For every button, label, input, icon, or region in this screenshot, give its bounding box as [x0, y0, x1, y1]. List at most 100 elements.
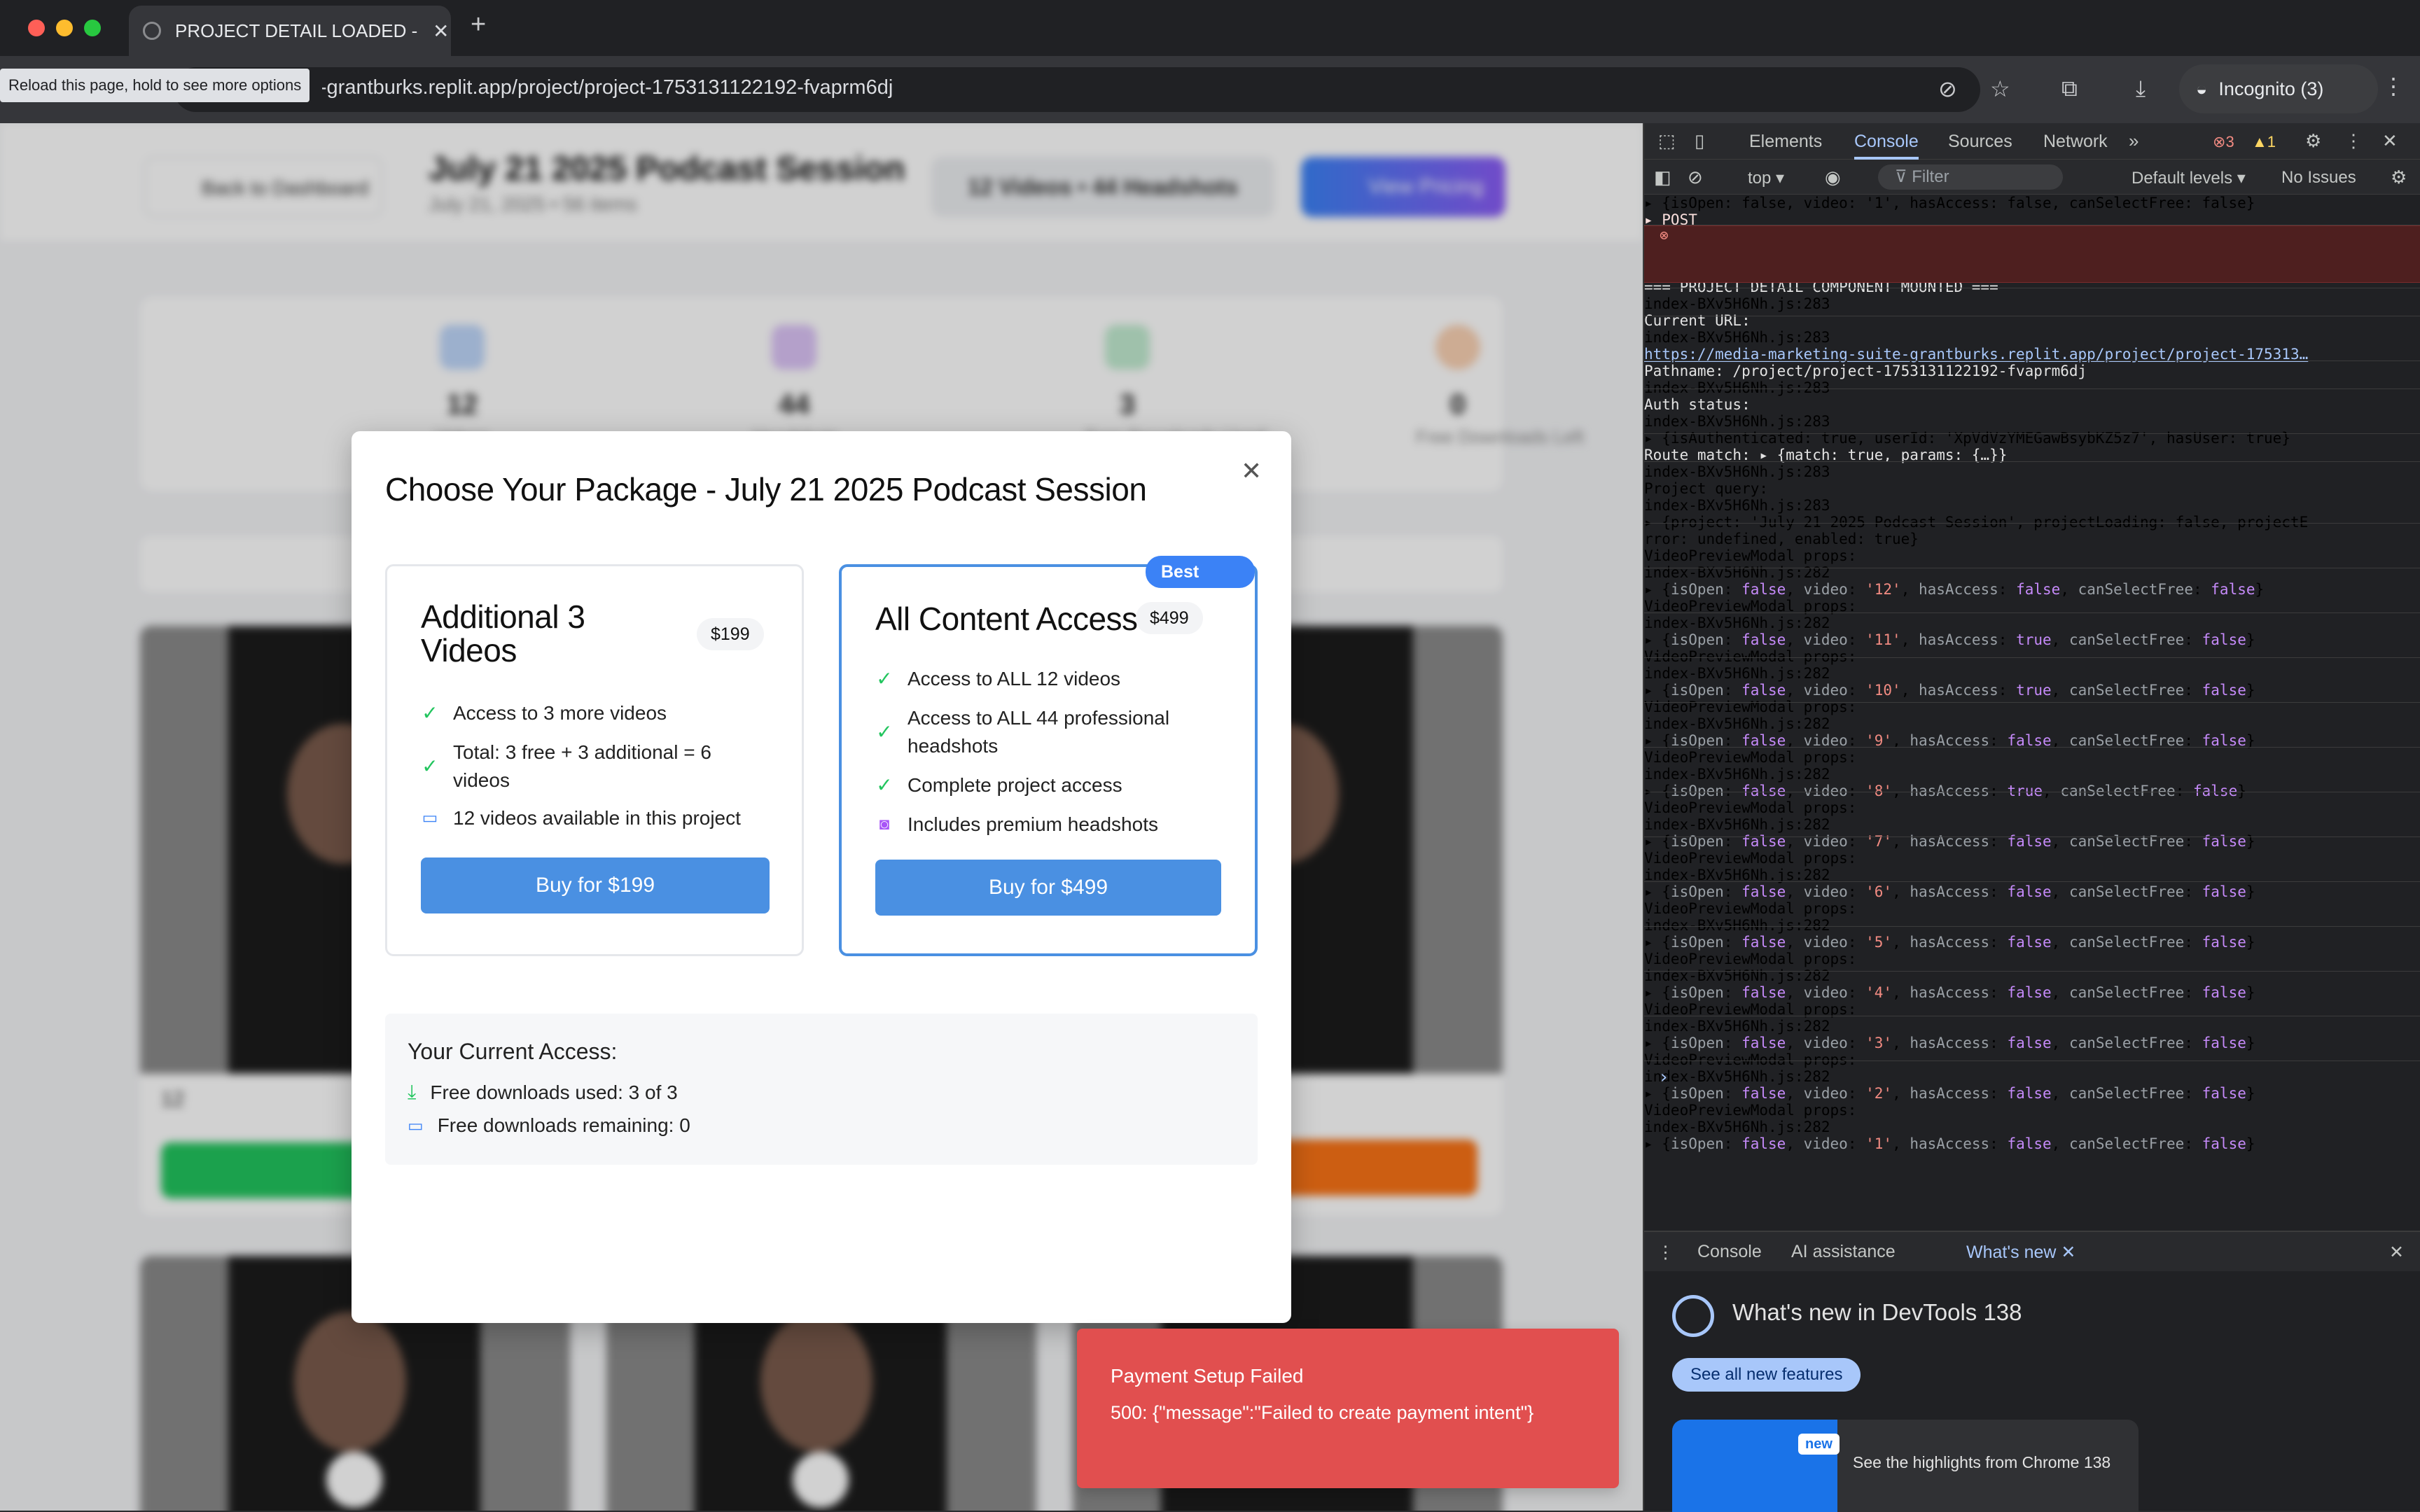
video-icon: ▭ — [408, 1116, 424, 1135]
log-source-link[interactable]: index-BXv5H6Nh.js:282 — [1644, 1068, 1830, 1085]
current-access-title: Your Current Access: — [408, 1039, 618, 1064]
drawer-tab-console[interactable]: Console — [1697, 1242, 1762, 1262]
drawer-menu-icon[interactable]: ⋮ — [1657, 1242, 1674, 1263]
close-icon[interactable]: ✕ — [1241, 456, 1262, 486]
log-object[interactable]: ▸ {isOpen: false, video: '4', hasAccess:… — [1644, 984, 2420, 1001]
clear-console-icon[interactable]: ⊘ — [1688, 167, 1703, 188]
drawer-tab-whats-new[interactable]: What's new ✕ — [1966, 1242, 2075, 1263]
feature-item: ✓ Access to 3 more videos — [421, 699, 785, 727]
log-object[interactable]: ▸ {isOpen: false, video: '11', hasAccess… — [1644, 631, 2420, 648]
log-object[interactable]: ▸ {isOpen: false, video: '7', hasAccess:… — [1644, 833, 2420, 850]
more-tabs-icon[interactable]: » — [2129, 130, 2139, 152]
issues-button[interactable]: No Issues — [2281, 168, 2356, 188]
log-object[interactable]: ▸ {isOpen: false, video: '1', hasAccess:… — [1644, 1135, 2420, 1152]
log-source-link[interactable]: index-BXv5H6Nh.js:283 — [1644, 329, 1830, 346]
console-prompt[interactable]: › — [1658, 1067, 1669, 1088]
levels-value: Default levels — [2132, 169, 2233, 188]
warning-count-icon[interactable]: ▲1 — [2252, 133, 2276, 151]
download-icon[interactable]: ⤓ — [2136, 76, 2146, 102]
log-object[interactable]: ▸ {isOpen: false, video: '3', hasAccess:… — [1644, 1035, 2420, 1051]
log-source-link[interactable]: index-BXv5H6Nh.js:283 — [1644, 295, 1830, 312]
tab-elements[interactable]: Elements — [1749, 132, 1822, 152]
log-source-link[interactable]: index-BXv5H6Nh.js:282 — [1644, 766, 1830, 783]
web-page: Back to Dashboard July 21 2025 Podcast S… — [0, 123, 1643, 1511]
minimize-window-button[interactable] — [56, 20, 73, 36]
log-source-link[interactable]: index-BXv5H6Nh.js:282 — [1644, 1119, 1830, 1135]
highlight-card[interactable]: new See the highlights from Chrome 138 — [1672, 1420, 2139, 1512]
log-object[interactable]: rror: undefined, enabled: true} — [1644, 531, 2420, 547]
log-object[interactable]: ▸ {isOpen: false, video: '12', hasAccess… — [1644, 581, 2420, 598]
log-object[interactable]: ▸ {isOpen: false, video: '1', hasAccess:… — [1644, 195, 2420, 211]
log-text: Current URL: — [1644, 312, 1751, 329]
log-source-link[interactable]: index-BXv5H6Nh.js:282 — [1644, 1018, 1830, 1035]
devtools-logo-icon — [1672, 1295, 1714, 1337]
log-separator — [1644, 836, 2420, 837]
error-count-icon[interactable]: ⊗3 — [2213, 133, 2234, 151]
check-icon: ✓ — [876, 721, 893, 743]
log-source-link[interactable]: index-BXv5H6Nh.js:282 — [1644, 665, 1830, 682]
log-source-link[interactable]: index-BXv5H6Nh.js:282 — [1644, 564, 1830, 581]
log-source-link[interactable]: index-BXv5H6Nh.js:283 — [1644, 413, 1830, 430]
log-source-link[interactable]: index-BXv5H6Nh.js:282 — [1644, 967, 1830, 984]
log-text: VideoPreviewModal props: — [1644, 699, 1857, 715]
lens-icon[interactable]: ⧉ — [2061, 76, 2078, 102]
browser-tab[interactable]: PROJECT DETAIL LOADED - / ✕ — [129, 6, 451, 56]
tab-sources[interactable]: Sources — [1948, 132, 2012, 152]
close-devtools-icon[interactable]: ✕ — [2382, 130, 2398, 152]
close-window-button[interactable] — [28, 20, 45, 36]
inspect-icon[interactable]: ⬚ — [1658, 130, 1676, 152]
log-text: VideoPreviewModal props: — [1644, 1102, 1857, 1119]
sidebar-icon[interactable]: ◧ — [1654, 167, 1671, 188]
log-object[interactable]: ▸ {isOpen: false, video: '6', hasAccess:… — [1644, 883, 2420, 900]
devtools-menu-icon[interactable]: ⋮ — [2344, 130, 2363, 152]
log-source-link[interactable]: index-BXv5H6Nh.js:283 — [1644, 497, 1830, 514]
eye-icon[interactable]: ◉ — [1825, 167, 1841, 188]
log-source-link[interactable]: index-BXv5H6Nh.js:282 — [1644, 917, 1830, 934]
log-source-link[interactable]: index-BXv5H6Nh.js:282 — [1644, 816, 1830, 833]
feature-text: Access to ALL 44 professional headshots — [908, 707, 1170, 757]
tab-network[interactable]: Network — [2043, 132, 2108, 152]
buy-499-button[interactable]: Buy for $499 — [875, 860, 1221, 916]
error-toast[interactable]: Payment Setup Failed 500: {"message":"Fa… — [1077, 1329, 1619, 1488]
url-text[interactable]: media-marketing-suite-grantburks.replit.… — [322, 76, 893, 99]
new-badge: new — [1798, 1434, 1840, 1455]
device-toolbar-icon[interactable]: ▯ — [1695, 130, 1704, 152]
log-object[interactable]: ▸ {isAuthenticated: true, userId: 'XpVdV… — [1644, 430, 2420, 447]
log-object[interactable]: ▸ {isOpen: false, video: '10', hasAccess… — [1644, 682, 2420, 699]
star-icon[interactable]: ☆ — [1990, 76, 2010, 102]
check-icon: ✓ — [876, 774, 893, 796]
drawer-tab-ai-assistance[interactable]: AI assistance — [1791, 1242, 1896, 1262]
log-object[interactable]: ▸ {isOpen: false, video: '8', hasAccess:… — [1644, 783, 2420, 799]
console-settings-icon[interactable]: ⚙ — [2391, 167, 2407, 188]
log-text: Pathname: /project/project-1753131122192… — [1644, 363, 2087, 379]
log-separator — [1644, 461, 2420, 462]
drawer-tabbar: ⋮ Console AI assistance What's new ✕ ✕ — [1644, 1232, 2420, 1271]
log-source-link[interactable]: index-BXv5H6Nh.js:282 — [1644, 615, 1830, 631]
toast-body: 500: {"message":"Failed to create paymen… — [1111, 1402, 1534, 1423]
log-source-link[interactable]: index-BXv5H6Nh.js:283 — [1644, 463, 1830, 480]
buy-199-button[interactable]: Buy for $199 — [421, 858, 770, 913]
tab-console[interactable]: Console — [1854, 132, 1919, 160]
log-source-link[interactable]: index-BXv5H6Nh.js:282 — [1644, 715, 1830, 732]
access-used: ⤓ Free downloads used: 3 of 3 — [408, 1081, 678, 1104]
log-levels-select[interactable]: Default levels ▾ — [2132, 168, 2246, 188]
maximize-window-button[interactable] — [84, 20, 101, 36]
close-tab-icon[interactable]: ✕ — [433, 20, 449, 43]
close-drawer-icon[interactable]: ✕ — [2389, 1242, 2404, 1263]
reload-tooltip: Reload this page, hold to see more optio… — [0, 69, 310, 102]
context-select[interactable]: top ▾ — [1748, 168, 1784, 188]
log-object[interactable]: ▸ {isOpen: false, video: '5', hasAccess:… — [1644, 934, 2420, 951]
new-tab-button[interactable]: + — [471, 10, 486, 40]
log-source-link[interactable]: index-BXv5H6Nh.js:283 — [1644, 379, 1830, 396]
console-filter-input[interactable]: ⊽ Filter — [1878, 164, 2063, 190]
feature-text: Complete project access — [908, 774, 1122, 796]
log-object[interactable]: ▸ {project: 'July 21 2025 Podcast Sessio… — [1644, 514, 2420, 531]
browser-menu-icon[interactable]: ⋮ — [2382, 73, 2405, 99]
download-icon: ⤓ — [408, 1081, 417, 1102]
eye-off-icon[interactable]: ⊘ — [1938, 76, 1957, 102]
incognito-button[interactable]: ◒ Incognito (3) — [2179, 64, 2378, 113]
camera-icon: ◙ — [879, 815, 890, 834]
see-all-features-button[interactable]: See all new features — [1672, 1358, 1861, 1392]
settings-icon[interactable]: ⚙ — [2305, 130, 2321, 152]
log-object[interactable]: ▸ {isOpen: false, video: '2', hasAccess:… — [1644, 1085, 2420, 1102]
